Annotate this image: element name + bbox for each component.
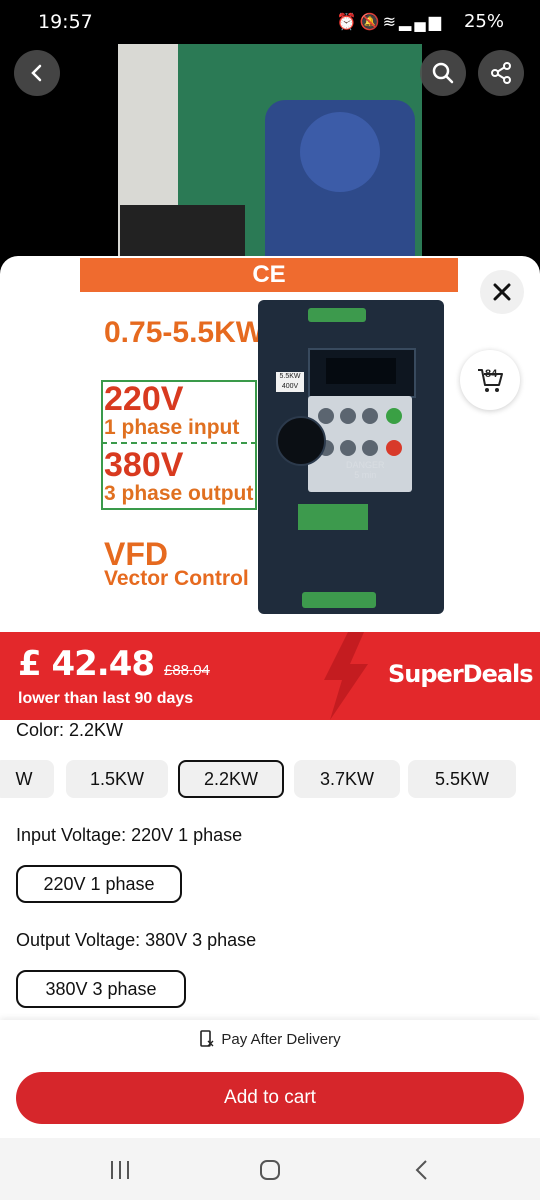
share-icon: [491, 62, 511, 84]
terminal-block-top: [308, 308, 366, 322]
terminal-block-bottom: [302, 592, 376, 608]
share-button[interactable]: [478, 50, 524, 96]
product-photo-background: [0, 0, 540, 300]
recent-apps-icon: [111, 1161, 129, 1179]
color-chip-selected[interactable]: 2.2KW: [178, 760, 284, 798]
pay-after-delivery-text: Pay After Delivery: [221, 1030, 341, 1048]
input-voltage-option[interactable]: 220V 1 phase: [16, 865, 182, 903]
cart-count: 84: [485, 368, 498, 380]
voltage-divider: [101, 442, 257, 444]
rating-label: 5.5KW 400V: [276, 372, 304, 392]
power-range: 0.75-5.5KW: [104, 316, 265, 349]
vfd-device-illustration: 5.5KW 400V DANGER 5 min: [258, 300, 444, 614]
cart-button[interactable]: 84: [460, 350, 520, 410]
status-time: 19:57: [38, 11, 93, 33]
output-phase-text: 3 phase output: [104, 482, 254, 505]
signal-icon: ▂▄▆: [399, 14, 444, 31]
vfd-subtitle: Vector Control: [104, 567, 249, 590]
back-button[interactable]: [14, 50, 60, 96]
purchase-footer: Pay After Delivery Add to cart: [0, 1020, 540, 1144]
home-icon: [260, 1160, 280, 1180]
color-label: Color: 2.2KW: [16, 720, 124, 740]
input-voltage-label: Input Voltage: 220V 1 phase: [16, 825, 243, 845]
color-chip[interactable]: 3.7KW: [294, 760, 400, 798]
output-voltage-text: 380V: [104, 446, 184, 484]
battery-level: 25%: [463, 11, 504, 32]
pay-after-delivery-icon: [200, 1030, 214, 1047]
back-icon: [415, 1160, 427, 1180]
chevron-left-icon: [31, 64, 42, 82]
wifi-icon: ≋: [382, 14, 400, 31]
close-button[interactable]: [480, 270, 524, 314]
status-icons: ⏰🔕≋▂▄▆: [337, 12, 444, 32]
control-knob: [276, 416, 326, 466]
nav-back-button[interactable]: [402, 1150, 442, 1190]
ce-mark: CE: [80, 258, 458, 292]
price-note: lower than last 90 days: [18, 690, 194, 707]
output-voltage-option[interactable]: 380V 3 phase: [16, 970, 186, 1008]
status-bar: 19:57 ⏰🔕≋▂▄▆ 25%: [0, 0, 540, 44]
pay-after-delivery: Pay After Delivery: [0, 1030, 540, 1048]
input-phase-text: 1 phase input: [104, 416, 240, 439]
output-voltage-label: Output Voltage: 380V 3 phase: [16, 930, 257, 950]
add-to-cart-button[interactable]: Add to cart: [16, 1072, 524, 1124]
original-price: £88.04: [164, 662, 210, 679]
product-sheet: CE 0.75-5.5KW 220V 1 phase input 380V 3 …: [0, 256, 540, 1200]
recent-apps-button[interactable]: [100, 1150, 140, 1190]
superdeals-badge: SuperDeals: [388, 660, 534, 688]
color-chip[interactable]: W: [0, 760, 54, 798]
search-icon: [432, 62, 454, 84]
color-chip[interactable]: 5.5KW: [408, 760, 516, 798]
close-icon: [493, 283, 511, 301]
color-chip[interactable]: 1.5KW: [66, 760, 168, 798]
danger-label: DANGER 5 min: [346, 460, 385, 480]
price-bar: £ 42.48 £88.04 lower than last 90 days S…: [0, 632, 540, 720]
alarm-icon: ⏰: [336, 14, 360, 31]
home-button[interactable]: [250, 1150, 290, 1190]
mute-icon: 🔕: [359, 14, 383, 31]
terminal-block-middle: [298, 504, 368, 530]
photo-motor-cap: [300, 112, 380, 192]
display-screen: [326, 358, 396, 384]
lightning-bolt-icon: [324, 632, 368, 720]
current-price: £ 42.48: [18, 644, 155, 684]
system-nav-bar: [0, 1138, 540, 1200]
input-voltage-text: 220V: [104, 380, 184, 418]
search-button[interactable]: [420, 50, 466, 96]
